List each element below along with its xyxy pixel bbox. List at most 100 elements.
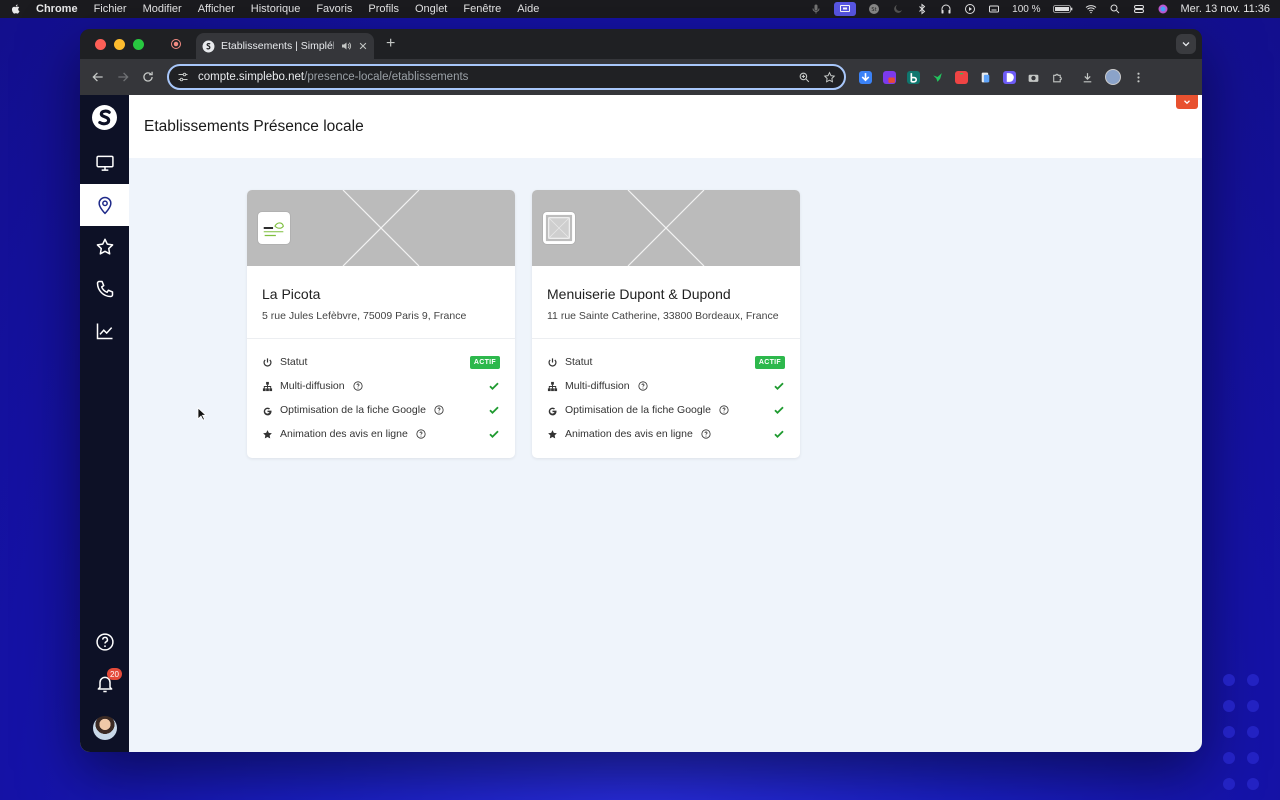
feature-row-google: Optimisation de la fiche Google [547, 402, 785, 418]
reload-button[interactable] [141, 70, 155, 84]
close-window-button[interactable] [95, 38, 106, 50]
help-icon[interactable] [416, 429, 426, 439]
help-icon[interactable] [638, 381, 648, 391]
help-icon[interactable] [353, 381, 363, 391]
menubar-clock[interactable]: Mer. 13 nov. 11:36 [1181, 3, 1270, 15]
star-icon [96, 238, 113, 255]
tab-search-button[interactable] [1176, 34, 1196, 54]
menu-app-chrome[interactable]: Chrome [36, 3, 78, 15]
menu-profils[interactable]: Profils [368, 3, 399, 15]
app-sidebar: 20 [80, 95, 129, 752]
bird-extension-icon[interactable] [931, 71, 944, 84]
minimize-window-button[interactable] [114, 38, 125, 50]
sidebar-item-statistiques[interactable] [80, 310, 129, 352]
sidebar-item-avis[interactable] [80, 226, 129, 268]
image-placeholder-icon [545, 214, 573, 242]
microphone-icon[interactable] [810, 3, 822, 15]
grid-extension-icon[interactable] [883, 70, 896, 84]
screen-share-icon[interactable] [834, 2, 857, 16]
recording-icon[interactable] [170, 38, 182, 50]
menubar-tray: St 100 % Mer. 13 nov. 11:36 [810, 2, 1270, 16]
zoom-window-button[interactable] [133, 38, 144, 50]
new-tab-button[interactable]: + [386, 35, 400, 53]
extensions-bar [859, 69, 1145, 85]
siri-icon[interactable] [1157, 3, 1169, 15]
sidebar-item-presence-locale[interactable] [80, 184, 129, 226]
keyboard-icon[interactable] [988, 3, 1000, 15]
download-extension-icon[interactable] [859, 70, 872, 84]
zoom-icon[interactable] [798, 71, 811, 84]
menu-fichier[interactable]: Fichier [94, 3, 127, 15]
panel-toggle-button[interactable] [1176, 95, 1198, 109]
card-cover-image [247, 190, 515, 266]
star-icon [547, 429, 558, 440]
help-icon[interactable] [701, 429, 711, 439]
downloads-icon[interactable] [1081, 71, 1094, 84]
headphones-icon[interactable] [940, 3, 952, 15]
more-menu-icon[interactable] [1132, 71, 1145, 84]
establishment-name: La Picota [262, 286, 321, 302]
feature-row-statut: Statut ACTIF [547, 354, 785, 370]
reload-icon [143, 71, 153, 82]
menu-aide[interactable]: Aide [517, 3, 539, 15]
sidebar-item-notifications[interactable]: 20 [80, 663, 129, 705]
profile-avatar[interactable] [1105, 69, 1121, 85]
url-text[interactable]: compte.simplebo.net/presence-locale/etab… [198, 71, 798, 83]
menu-favoris[interactable]: Favoris [316, 3, 352, 15]
battery-icon[interactable] [1052, 3, 1073, 15]
establishment-card[interactable]: La Picota 5 rue Jules Lefèbvre, 75009 Pa… [247, 190, 515, 458]
search-icon[interactable] [1109, 3, 1121, 15]
feature-label: Animation des avis en ligne [565, 428, 693, 440]
card-divider [247, 338, 515, 339]
establishment-card[interactable]: Menuiserie Dupont & Dupond 11 rue Sainte… [532, 190, 800, 458]
forward-button[interactable] [116, 70, 130, 84]
control-center-icon[interactable] [1133, 3, 1145, 15]
menu-fenetre[interactable]: Fenêtre [463, 3, 501, 15]
speaker-icon[interactable] [340, 40, 352, 52]
tomato-extension-icon[interactable] [955, 70, 968, 84]
check-icon [773, 404, 785, 416]
d-extension-icon[interactable] [1003, 70, 1016, 84]
menu-onglet[interactable]: Onglet [415, 3, 447, 15]
moon-icon[interactable] [892, 3, 904, 15]
url-host: compte.simplebo.net [198, 71, 305, 83]
help-icon[interactable] [719, 405, 729, 415]
wifi-icon[interactable] [1085, 3, 1097, 15]
feature-row-multi-diffusion: Multi-diffusion [547, 378, 785, 394]
camera-extension-icon[interactable] [1027, 71, 1040, 84]
document-extension-icon[interactable] [979, 71, 992, 84]
check-icon [488, 428, 500, 440]
chevron-down-icon [1184, 100, 1190, 105]
la-picota-logo-icon [260, 214, 288, 242]
check-icon [773, 380, 785, 392]
sidebar-item-account[interactable] [80, 707, 129, 749]
bluetooth-icon[interactable] [916, 3, 928, 15]
menu-modifier[interactable]: Modifier [143, 3, 182, 15]
menu-afficher[interactable]: Afficher [198, 3, 235, 15]
sidebar-item-site[interactable] [80, 142, 129, 184]
mouse-cursor-icon [197, 407, 207, 421]
star-icon [262, 429, 273, 440]
menu-historique[interactable]: Historique [251, 3, 301, 15]
puzzle-extension-icon[interactable] [1051, 71, 1064, 84]
simplebo-logo-icon[interactable] [92, 105, 117, 130]
power-icon [547, 357, 558, 368]
tab-etablissements[interactable]: Etablissements | Simplébo [196, 33, 374, 59]
feature-row-avis: Animation des avis en ligne [262, 426, 500, 442]
url-path: /presence-locale/etablissements [304, 71, 469, 83]
feature-label: Statut [565, 356, 593, 368]
help-icon[interactable] [434, 405, 444, 415]
back-button[interactable] [91, 70, 105, 84]
bookmark-star-icon[interactable] [823, 71, 836, 84]
close-tab-icon[interactable] [358, 41, 368, 51]
play-circle-icon[interactable] [964, 3, 976, 15]
user-circle-icon[interactable]: St [868, 3, 880, 15]
sidebar-item-appels[interactable] [80, 268, 129, 310]
address-bar[interactable]: compte.simplebo.net/presence-locale/etab… [167, 64, 846, 90]
help-circle-icon [95, 633, 114, 651]
apple-icon[interactable] [10, 3, 22, 15]
site-settings-icon[interactable] [177, 71, 189, 83]
sidebar-item-help[interactable] [80, 621, 129, 663]
b-extension-icon[interactable] [907, 70, 920, 84]
feature-label: Optimisation de la fiche Google [565, 404, 711, 416]
